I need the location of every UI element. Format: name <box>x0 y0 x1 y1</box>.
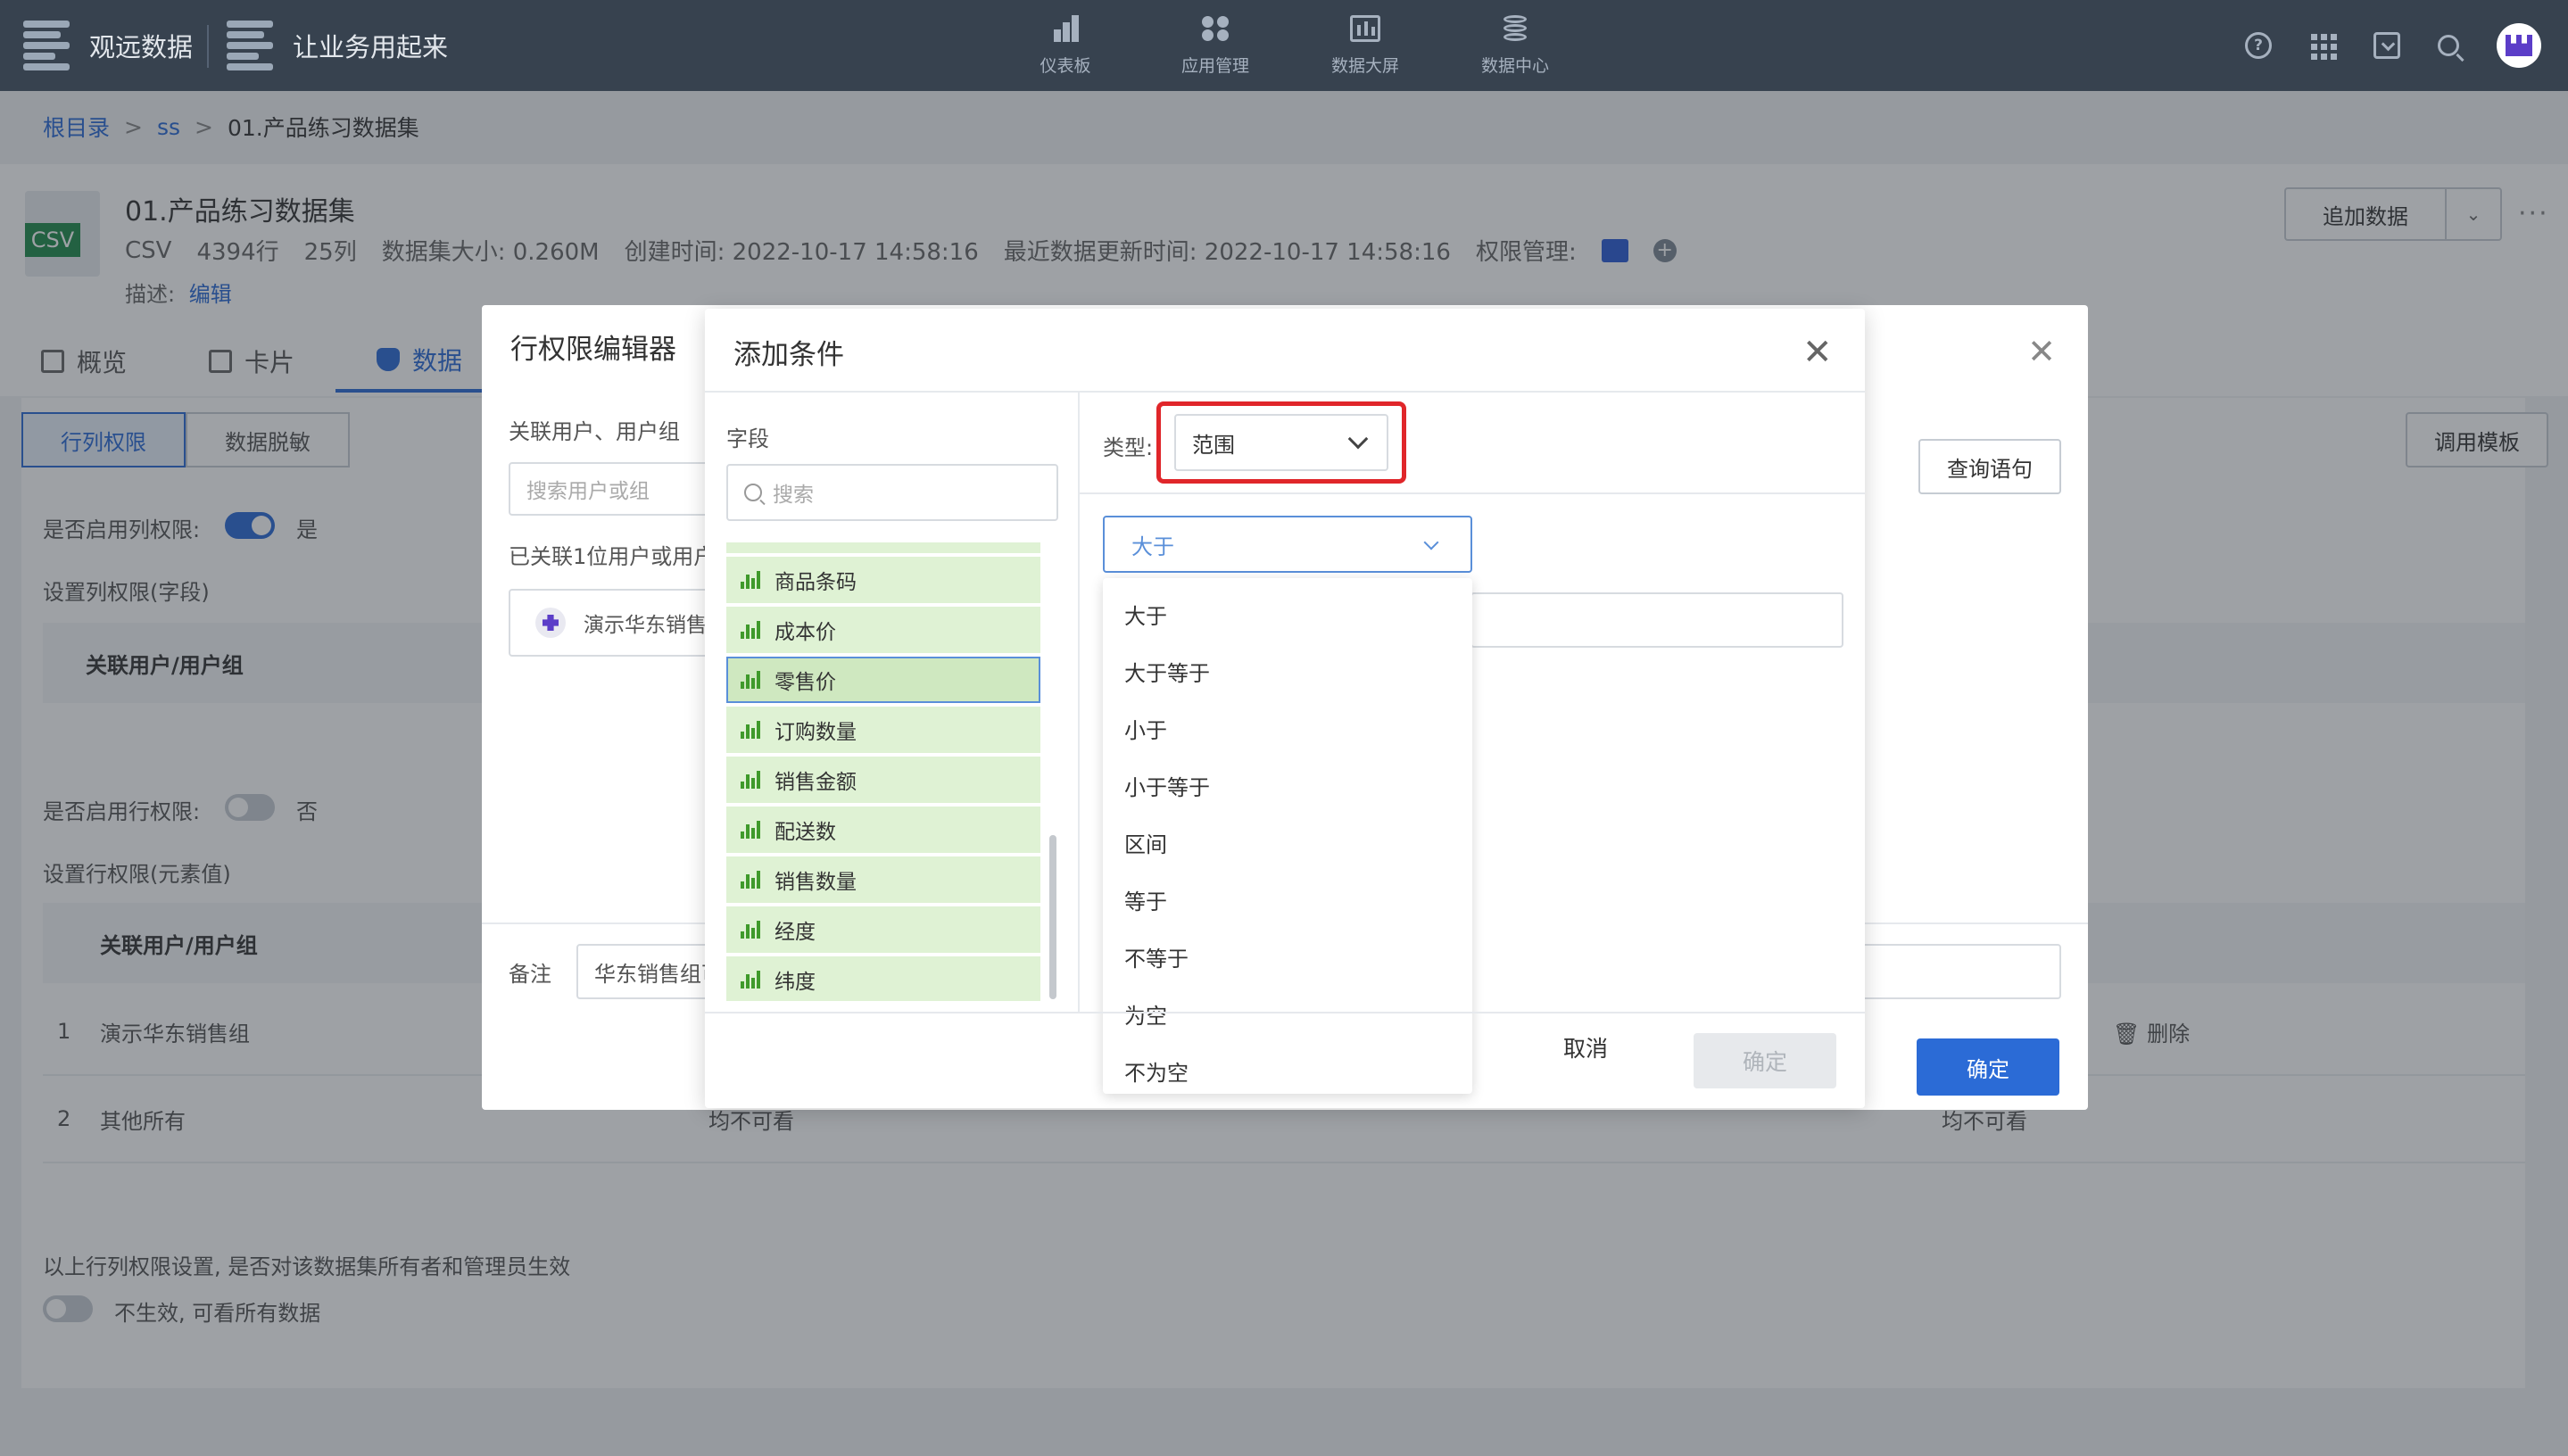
measure-icon <box>741 571 760 589</box>
nav-label: 数据大屏 <box>1330 55 1399 76</box>
option-greater-equal[interactable]: 大于等于 <box>1103 642 1472 699</box>
measure-icon <box>741 671 760 689</box>
user-avatar[interactable] <box>2497 23 2541 68</box>
slogan-logo-icon <box>227 21 273 70</box>
option-less-equal[interactable]: 小于等于 <box>1103 757 1472 814</box>
type-label: 类型: <box>1103 435 1154 460</box>
user-group-icon <box>535 608 566 638</box>
modal-title: 添加条件 <box>733 339 844 371</box>
measure-icon <box>741 821 760 839</box>
help-icon[interactable]: ? <box>2245 32 2272 59</box>
ok-button-disabled[interactable]: 确定 <box>1694 1033 1836 1088</box>
brand-divider <box>207 25 209 68</box>
field-list: 商品条码 成本价 零售价 订购数量 销售金额 配送数 销售数量 经度 纬度 <box>726 542 1060 1001</box>
option-is-null[interactable]: 为空 <box>1103 985 1472 1042</box>
brand-slogan[interactable]: 让业务用起来 <box>227 0 448 91</box>
field-search-input[interactable]: 搜索 <box>726 464 1058 521</box>
nav-label: 数据中心 <box>1480 55 1549 76</box>
top-right-tools: ? <box>2245 0 2568 91</box>
avatar-icon <box>2506 35 2532 56</box>
slogan-text: 让业务用起来 <box>293 32 449 62</box>
divider <box>705 391 1865 393</box>
chevron-down-icon <box>1423 534 1439 550</box>
divider <box>1080 492 1865 494</box>
highlight-annotation <box>1156 401 1406 484</box>
measure-icon <box>741 771 760 789</box>
brand-name: 观远数据 <box>89 32 194 62</box>
option-equal[interactable]: 等于 <box>1103 871 1472 928</box>
field-item[interactable]: 销售数量 <box>726 856 1040 903</box>
field-item[interactable]: 销售金额 <box>726 757 1040 803</box>
search-icon <box>744 484 762 501</box>
scrollbar[interactable] <box>1049 835 1056 999</box>
query-statement-button[interactable]: 查询语句 <box>1918 439 2061 494</box>
modal-title: 行权限编辑器 <box>510 334 676 366</box>
search-icon[interactable] <box>2438 35 2459 56</box>
option-not-equal[interactable]: 不等于 <box>1103 928 1472 985</box>
linked-count: 已关联1位用户或用户组 <box>509 544 737 569</box>
nav-data-screen[interactable]: 数据大屏 <box>1290 0 1440 91</box>
measure-icon <box>741 921 760 939</box>
operator-dropdown: 大于 大于等于 小于 小于等于 区间 等于 不等于 为空 不为空 <box>1103 578 1472 1094</box>
divider <box>705 1012 1865 1013</box>
option-greater-than[interactable]: 大于 <box>1103 585 1472 642</box>
confirm-button[interactable]: 确定 <box>1917 1038 2059 1096</box>
field-item[interactable]: 成本价 <box>726 607 1040 653</box>
field-item[interactable]: 经度 <box>726 906 1040 953</box>
field-item[interactable]: 纬度 <box>726 956 1040 1001</box>
guanyuan-logo-icon <box>23 21 70 70</box>
measure-icon <box>741 721 760 739</box>
add-condition-modal: 添加条件 ✕ 字段 搜索 商品条码 成本价 零售价 订购数量 销售金额 配送数 … <box>705 309 1865 1108</box>
main-nav: 仪表板 应用管理 数据大屏 数据中心 <box>990 0 1590 91</box>
operator-select[interactable]: 大于 <box>1103 516 1472 573</box>
nav-dashboard[interactable]: 仪表板 <box>990 0 1140 91</box>
field-label: 字段 <box>726 426 769 451</box>
database-icon <box>1500 14 1530 42</box>
download-inbox-icon[interactable] <box>2373 32 2400 59</box>
top-nav-bar: 观远数据 让业务用起来 仪表板 应用管理 数据大屏 数据中心 ? <box>0 0 2568 91</box>
list-item <box>726 542 1040 553</box>
option-less-than[interactable]: 小于 <box>1103 699 1472 757</box>
field-item[interactable]: 商品条码 <box>726 557 1040 603</box>
field-item[interactable]: 配送数 <box>726 807 1040 853</box>
data-screen-icon <box>1350 14 1380 42</box>
nav-label: 应用管理 <box>1180 55 1249 76</box>
close-icon[interactable]: ✕ <box>2027 332 2056 371</box>
divider <box>1078 393 1080 1012</box>
linked-users-label: 关联用户、用户组 <box>509 419 680 444</box>
note-label: 备注 <box>509 962 551 987</box>
field-item[interactable]: 订购数量 <box>726 707 1040 753</box>
cancel-button[interactable]: 取消 <box>1563 1031 1608 1063</box>
brand-guanyuan[interactable]: 观远数据 <box>23 0 193 91</box>
nav-data-center[interactable]: 数据中心 <box>1440 0 1590 91</box>
measure-icon <box>741 971 760 989</box>
apps-icon <box>1200 15 1230 42</box>
nav-app-management[interactable]: 应用管理 <box>1140 0 1290 91</box>
close-icon[interactable]: ✕ <box>1802 332 1833 373</box>
measure-icon <box>741 871 760 889</box>
option-not-null[interactable]: 不为空 <box>1103 1042 1472 1099</box>
field-item-selected[interactable]: 零售价 <box>726 657 1040 703</box>
measure-icon <box>741 621 760 639</box>
bar-chart-icon <box>1050 14 1081 42</box>
nav-label: 仪表板 <box>1040 55 1091 76</box>
option-between[interactable]: 区间 <box>1103 814 1472 871</box>
value-input[interactable] <box>1470 592 1843 648</box>
app-grid-icon[interactable] <box>2309 32 2337 60</box>
